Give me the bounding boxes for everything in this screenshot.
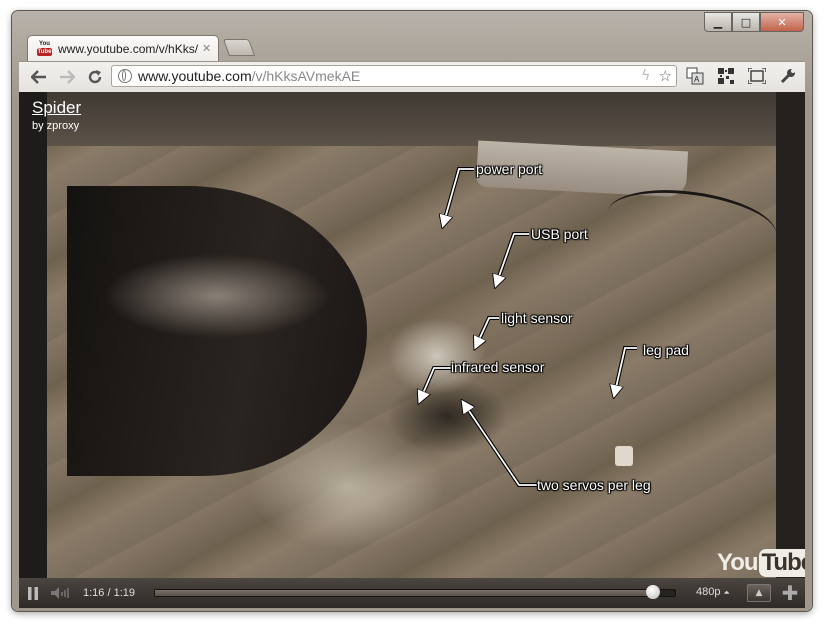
- url-host: www.youtube.com: [138, 68, 252, 84]
- cable-image: [603, 180, 781, 267]
- minimize-button[interactable]: ▁: [704, 12, 732, 32]
- forward-arrow-icon[interactable]: [55, 65, 79, 89]
- annotation-power-port: power port: [476, 161, 543, 177]
- youtube-logo[interactable]: YouTube: [717, 549, 805, 577]
- address-bar[interactable]: www.youtube.com/v/hKksAVmekAE ϟ ☆: [111, 65, 677, 87]
- progress-fill: [155, 590, 654, 596]
- wrench-icon[interactable]: [776, 65, 800, 87]
- globe-icon: [118, 69, 132, 83]
- video-author: by zproxy: [32, 120, 80, 132]
- annotation-two-servos: two servos per leg: [537, 477, 651, 493]
- star-icon[interactable]: ☆: [659, 67, 672, 85]
- close-window-button[interactable]: ✕: [760, 12, 804, 32]
- expand-player-icon[interactable]: ▲: [747, 584, 771, 602]
- qr-code-icon[interactable]: [714, 65, 738, 87]
- translate-icon[interactable]: A: [683, 65, 707, 87]
- youtube-favicon-icon: You Tube: [36, 40, 53, 56]
- video-side-bar: [776, 92, 805, 578]
- annotation-infrared-sensor: infrared sensor: [451, 359, 545, 375]
- video-frame-top: [47, 92, 776, 146]
- scrubber-handle[interactable]: [646, 585, 661, 599]
- time-display: 1:16 / 1:19: [83, 587, 135, 599]
- tab-close-icon[interactable]: ✕: [202, 42, 211, 55]
- video-title[interactable]: Spider: [32, 98, 81, 118]
- reload-icon[interactable]: [83, 65, 107, 89]
- progress-bar[interactable]: [154, 585, 676, 599]
- annotation-light-sensor: light sensor: [501, 310, 573, 326]
- leg-pad-image: [615, 446, 633, 466]
- toolbar: www.youtube.com/v/hKksAVmekAE ϟ ☆ A: [19, 61, 805, 92]
- back-arrow-icon[interactable]: [27, 65, 51, 89]
- svg-text:A: A: [694, 75, 700, 84]
- new-tab-button[interactable]: [222, 39, 256, 56]
- video-frame[interactable]: [47, 140, 781, 578]
- annotation-leg-pad: leg pad: [643, 342, 689, 358]
- volume-icon[interactable]: [47, 578, 75, 608]
- annotation-usb-port: USB port: [531, 226, 588, 242]
- lamp-image: [67, 186, 367, 476]
- browser-window: ▁ □ ✕ You Tube www.youtube.com/v/hKks/ ✕…: [12, 11, 812, 611]
- fullscreen-icon[interactable]: ✚: [777, 580, 803, 606]
- video-player[interactable]: Spider by zproxy power port USB port lig…: [19, 92, 805, 608]
- quality-selector[interactable]: 480p ⏶: [696, 586, 730, 598]
- pause-icon[interactable]: [19, 578, 47, 608]
- window-controls: ▁ □ ✕: [704, 12, 804, 32]
- maximize-button[interactable]: □: [732, 12, 760, 32]
- screen-capture-icon[interactable]: [745, 65, 769, 87]
- browser-tab[interactable]: You Tube www.youtube.com/v/hKks/ ✕: [27, 35, 219, 61]
- tab-title: www.youtube.com/v/hKks/: [58, 41, 198, 56]
- url-path: /v/hKksAVmekAE: [251, 68, 361, 84]
- bolt-icon[interactable]: ϟ: [641, 68, 650, 84]
- player-controls: 1:16 / 1:19 480p ⏶ ▲ ✚: [19, 578, 805, 608]
